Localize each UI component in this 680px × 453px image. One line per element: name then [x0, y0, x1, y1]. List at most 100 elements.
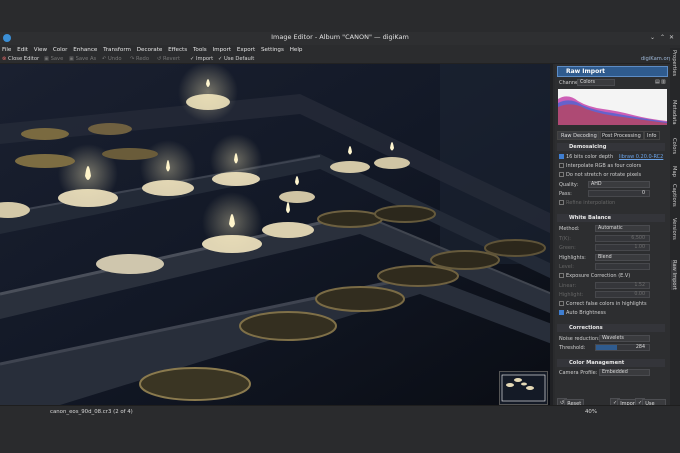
sidetab-captions[interactable]: Captions	[671, 184, 677, 207]
canvas-scrollbar[interactable]	[550, 64, 553, 405]
pass-spinbox[interactable]: 0	[588, 190, 650, 197]
close-icon[interactable]: ✕	[669, 34, 674, 41]
exposure-label: Exposure Correction (E.V)	[566, 273, 631, 279]
sidetab-raw-import[interactable]: Raw Import	[671, 260, 677, 290]
revert-button[interactable]: ↺ Revert	[157, 55, 180, 64]
sidetab-map[interactable]: Map	[671, 166, 677, 177]
sidetab-colors[interactable]: Colors	[671, 138, 677, 154]
main-toolbar: ⊗ Close Editor ▣ Save ▣ Save As ↶ Undo ↷…	[0, 55, 680, 64]
quality-select[interactable]: AHD	[588, 181, 650, 188]
interpolate-option[interactable]: Interpolate RGB as four colors	[559, 163, 641, 169]
white-balance-title: White Balance	[569, 215, 612, 221]
tab-raw-decoding[interactable]: Raw Decoding	[557, 131, 601, 140]
menu-view[interactable]: View	[34, 45, 47, 55]
level-spinbox[interactable]	[595, 263, 650, 270]
save-button[interactable]: ▣ Save	[44, 55, 63, 64]
menu-enhance[interactable]: Enhance	[73, 45, 97, 55]
menu-tools[interactable]: Tools	[193, 45, 207, 55]
menu-help[interactable]: Help	[290, 45, 303, 55]
quality-label: Quality:	[559, 182, 579, 188]
log-scale-icon[interactable]: ▥	[661, 79, 666, 85]
false-colors-checkbox[interactable]	[559, 301, 564, 306]
auto-brightness-checkbox[interactable]	[559, 310, 564, 315]
menu-bar: File Edit View Color Enhance Transform D…	[0, 45, 680, 55]
close-editor-button[interactable]: ⊗ Close Editor	[2, 55, 39, 64]
undo-button[interactable]: ↶ Undo	[102, 55, 122, 64]
false-colors-option[interactable]: Correct false colors in highlights	[559, 301, 647, 307]
camera-profile-label: Camera Profile:	[559, 370, 598, 376]
minimize-icon[interactable]: ⌄	[650, 34, 655, 41]
menu-effects[interactable]: Effects	[168, 45, 187, 55]
nostretch-option[interactable]: Do not stretch or rotate pixels	[559, 172, 641, 178]
interpolate-checkbox[interactable]	[559, 163, 564, 168]
histogram	[558, 89, 667, 125]
window-title: Image Editor - Album "CANON" — digiKam	[271, 33, 409, 41]
use-default-button[interactable]: ✓ Use Default	[218, 55, 254, 64]
image-canvas[interactable]	[0, 64, 552, 405]
libraw-version-link[interactable]: libraw 0.20.0-RC2	[619, 154, 663, 160]
auto-brightness-option[interactable]: Auto Brightness	[559, 310, 606, 316]
tab-info[interactable]: Info	[643, 131, 661, 140]
raw-import-title: Raw Import	[566, 68, 606, 75]
save-as-button[interactable]: ▣ Save As	[69, 55, 96, 64]
menu-import[interactable]: Import	[213, 45, 232, 55]
color-management-title: Color Management	[569, 360, 625, 366]
camera-profile-select[interactable]: Embedded	[599, 369, 650, 376]
close-editor-label: Close Editor	[8, 56, 40, 62]
navigation-thumbnail[interactable]	[499, 371, 548, 405]
green-spinbox[interactable]: 1.00	[595, 244, 650, 251]
pass-label: Pass:	[559, 191, 572, 197]
sidetab-versions[interactable]: Versions	[671, 218, 677, 240]
highlights-select[interactable]: Blend	[595, 254, 650, 261]
linear-spinbox[interactable]: 1.52	[595, 282, 650, 289]
exposure-option[interactable]: Exposure Correction (E.V)	[559, 273, 630, 279]
nostretch-checkbox[interactable]	[559, 172, 564, 177]
demosaicing-section[interactable]: Demosaicing	[557, 143, 665, 151]
digikam-brand-link[interactable]: digiKam.org	[641, 55, 672, 64]
close-editor-icon: ⊗	[2, 56, 7, 62]
noise-label: Noise reduction:	[559, 336, 600, 342]
raw-import-header: Raw Import	[557, 66, 668, 77]
sidetab-properties[interactable]: Properties	[671, 50, 677, 76]
bit16-option[interactable]: 16 bits color depth	[559, 154, 613, 160]
use-default-label: Use Default	[224, 56, 255, 62]
save-label: Save	[50, 56, 64, 62]
white-balance-section[interactable]: White Balance	[557, 214, 665, 222]
refine-label: Refine interpolation	[566, 200, 616, 206]
bit16-checkbox[interactable]	[559, 154, 564, 159]
channel-select[interactable]: Colors	[577, 79, 615, 86]
green-label: Green:	[559, 245, 576, 251]
interpolate-label: Interpolate RGB as four colors	[566, 163, 642, 169]
exposure-checkbox[interactable]	[559, 273, 564, 278]
refine-checkbox[interactable]	[559, 200, 564, 205]
corrections-section[interactable]: Corrections	[557, 324, 665, 332]
temperature-label: T(K):	[559, 236, 571, 242]
menu-decorate[interactable]: Decorate	[137, 45, 163, 55]
noise-select[interactable]: Wavelets	[599, 335, 650, 342]
menu-edit[interactable]: Edit	[17, 45, 28, 55]
title-bar: Image Editor - Album "CANON" — digiKam ⌄…	[0, 32, 680, 45]
status-bar: canon_eos_90d_08.cr3 (2 of 4) 40%	[0, 405, 680, 417]
temperature-spinbox[interactable]: 6,500	[595, 235, 650, 242]
refine-option[interactable]: Refine interpolation	[559, 200, 615, 206]
maximize-icon[interactable]: ⌃	[660, 34, 665, 41]
raw-import-panel: Raw Import Channel: Colors ▤ ▥ Raw Decod…	[555, 64, 670, 405]
image-editor-window: Image Editor - Album "CANON" — digiKam ⌄…	[0, 0, 680, 453]
menu-export[interactable]: Export	[237, 45, 255, 55]
zoom-level[interactable]: 40%	[585, 409, 597, 415]
candles-photo	[0, 64, 552, 405]
sidetab-metadata[interactable]: Metadata	[671, 100, 677, 125]
color-management-section[interactable]: Color Management	[557, 359, 665, 367]
redo-label: Redo	[136, 56, 150, 62]
menu-file[interactable]: File	[2, 45, 11, 55]
threshold-spinbox[interactable]: 284	[595, 344, 650, 351]
tab-post-processing[interactable]: Post Processing	[598, 131, 645, 140]
wb-method-select[interactable]: Automatic	[595, 225, 650, 232]
import-button[interactable]: ✓ Import	[190, 55, 213, 64]
linear-scale-icon[interactable]: ▤	[655, 79, 660, 85]
redo-button[interactable]: ↷ Redo	[130, 55, 149, 64]
highlight-spinbox[interactable]: 0.00	[595, 291, 650, 298]
menu-color[interactable]: Color	[53, 45, 68, 55]
menu-settings[interactable]: Settings	[261, 45, 284, 55]
menu-transform[interactable]: Transform	[103, 45, 131, 55]
